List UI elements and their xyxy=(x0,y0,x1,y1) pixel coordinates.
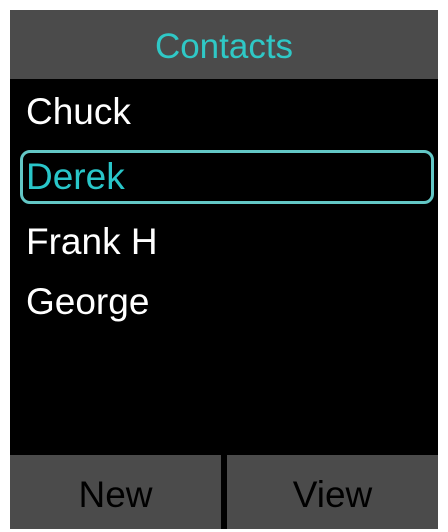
contact-item-frank-h[interactable]: Frank H xyxy=(20,215,434,269)
contact-item-chuck[interactable]: Chuck xyxy=(20,85,434,139)
phone-screen: Contacts Chuck Derek Frank H George New … xyxy=(10,10,438,529)
page-title: Contacts xyxy=(154,26,294,66)
title-bar: Contacts xyxy=(10,10,438,79)
contact-item-george[interactable]: George xyxy=(20,275,434,329)
contact-item-derek[interactable]: Derek xyxy=(20,150,434,204)
contact-list: Chuck Derek Frank H George xyxy=(10,79,438,455)
softkey-bar: New View xyxy=(10,455,438,529)
view-button[interactable]: View xyxy=(227,455,438,529)
new-button[interactable]: New xyxy=(10,455,221,529)
